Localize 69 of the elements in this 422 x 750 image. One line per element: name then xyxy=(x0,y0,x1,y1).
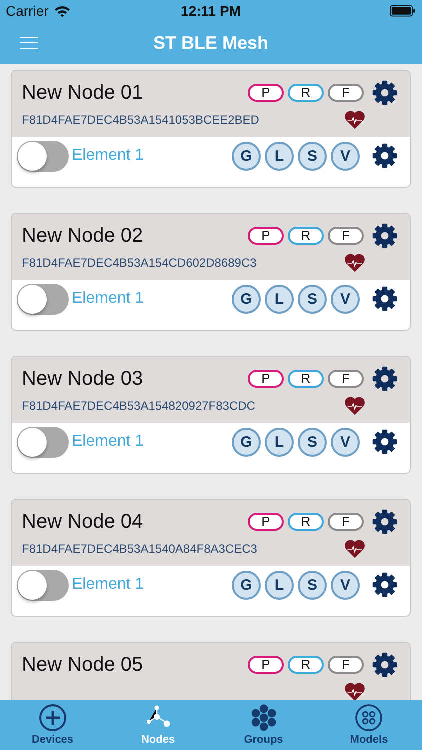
model-button[interactable]: S xyxy=(298,142,327,170)
status-tag: P xyxy=(248,84,284,102)
model-button[interactable]: G xyxy=(232,428,261,456)
node-address: F81D4FAE7DEC4B53A154CD602D8689C3 xyxy=(22,256,258,270)
model-button[interactable]: L xyxy=(265,428,294,456)
node-name: New Node 02 xyxy=(22,224,144,248)
battery-icon xyxy=(390,5,416,17)
node-address: F81D4FAE7DEC4B53A1540A84F8A3CEC3 xyxy=(22,542,258,556)
node-address: F81D4FAE7DEC4B53A1541053BCEE2BED xyxy=(22,113,260,127)
node-name: New Node 03 xyxy=(22,368,144,390)
models-icon xyxy=(355,704,384,732)
status-time: 12:11 PM xyxy=(181,3,241,19)
status-tag: R xyxy=(288,370,324,388)
status-tag: F xyxy=(328,227,364,245)
node-address: F81D4FAE7DEC4B53A154820927F83CDC xyxy=(22,399,256,413)
model-button[interactable]: S xyxy=(298,570,327,600)
status-tag: R xyxy=(288,513,324,531)
settings-icon[interactable] xyxy=(372,652,398,678)
status-tag: F xyxy=(328,370,364,388)
nav-title: ST BLE Mesh xyxy=(154,32,268,54)
status-tag: P xyxy=(248,656,284,674)
node-name: New Node 01 xyxy=(22,82,144,104)
settings-icon[interactable] xyxy=(372,509,398,535)
settings-icon[interactable] xyxy=(372,143,398,169)
model-button[interactable]: S xyxy=(298,284,327,314)
model-button[interactable]: V xyxy=(331,570,360,600)
model-button[interactable]: V xyxy=(331,428,360,456)
element-toggle[interactable] xyxy=(17,570,69,600)
settings-icon[interactable] xyxy=(372,286,398,312)
status-tag: F xyxy=(328,84,364,102)
model-button[interactable]: V xyxy=(331,284,360,314)
settings-icon[interactable] xyxy=(372,366,398,392)
heartbeat-icon xyxy=(344,682,366,700)
tab-item[interactable]: Groups xyxy=(211,700,316,750)
status-tag: P xyxy=(248,513,284,531)
status-tag: R xyxy=(288,656,324,674)
status-tag: P xyxy=(248,370,284,388)
element-toggle[interactable] xyxy=(17,426,69,458)
settings-icon[interactable] xyxy=(372,429,398,455)
status-tag: F xyxy=(328,656,364,674)
status-tag: F xyxy=(328,513,364,531)
carrier-label: Carrier xyxy=(6,3,49,19)
status-tag: R xyxy=(288,84,324,102)
settings-icon[interactable] xyxy=(372,572,398,598)
tab-item[interactable]: Models xyxy=(316,700,422,750)
model-button[interactable]: V xyxy=(331,142,360,170)
element-toggle[interactable] xyxy=(17,284,69,314)
settings-icon[interactable] xyxy=(372,80,398,106)
wifi-icon xyxy=(54,4,71,18)
model-button[interactable]: L xyxy=(265,142,294,170)
heartbeat-icon xyxy=(344,253,366,273)
node-name: New Node 04 xyxy=(22,510,144,534)
node-name: New Node 05 xyxy=(22,654,144,676)
model-button[interactable]: L xyxy=(265,570,294,600)
heartbeat-icon xyxy=(344,539,366,559)
status-tag: P xyxy=(248,227,284,245)
model-button[interactable]: S xyxy=(298,428,327,456)
add-icon xyxy=(38,704,67,732)
heartbeat-icon xyxy=(344,396,366,416)
status-tag: R xyxy=(288,227,324,245)
tab-item[interactable]: Devices xyxy=(0,700,106,750)
model-button[interactable]: G xyxy=(232,570,261,600)
element-toggle[interactable] xyxy=(17,140,69,172)
model-button[interactable]: L xyxy=(265,284,294,314)
settings-icon[interactable] xyxy=(372,223,398,249)
model-button[interactable]: G xyxy=(232,142,261,170)
model-button[interactable]: G xyxy=(232,284,261,314)
heartbeat-icon xyxy=(344,110,366,130)
groups-icon xyxy=(250,704,278,732)
